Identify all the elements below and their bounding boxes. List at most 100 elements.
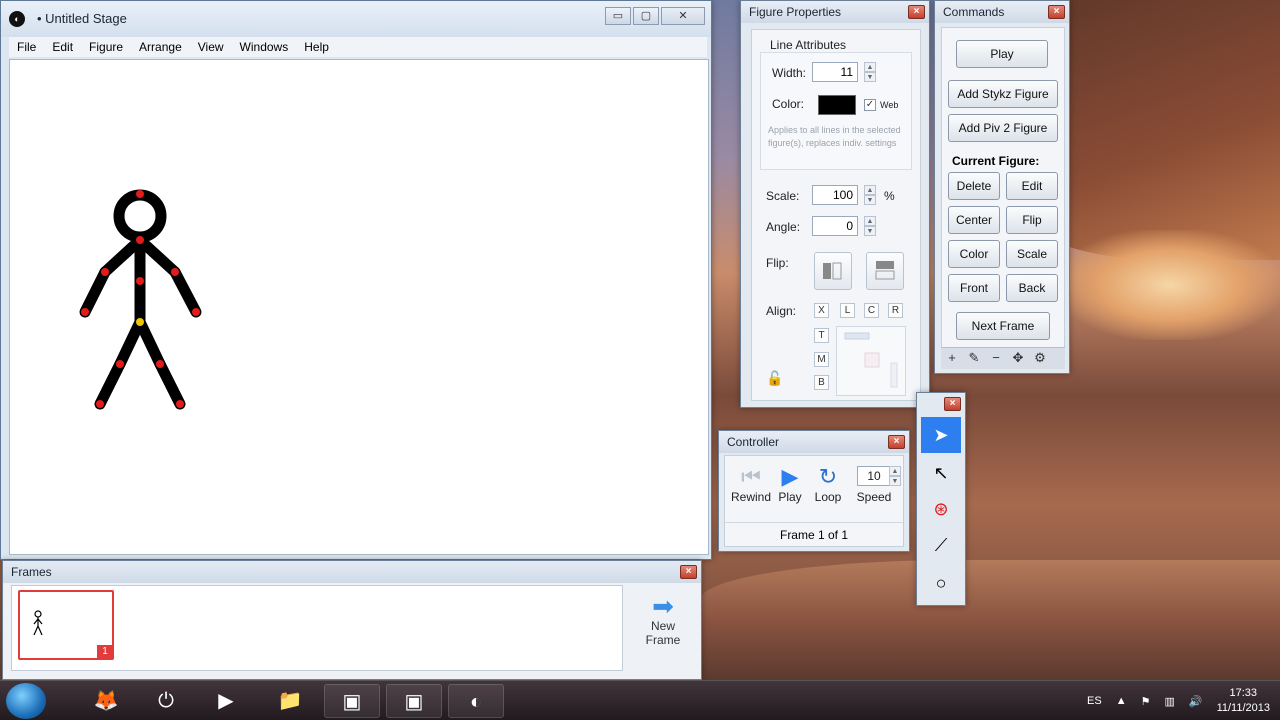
stage-canvas[interactable] <box>9 59 709 555</box>
frame-thumbnail[interactable]: 1 <box>18 590 114 660</box>
align-right-button[interactable]: R <box>888 303 903 318</box>
angle-stepper[interactable]: ▲ ▼ <box>864 216 876 236</box>
language-indicator[interactable]: ES <box>1087 695 1102 707</box>
align-top-button[interactable]: T <box>814 328 829 343</box>
line-color-swatch[interactable] <box>818 95 856 115</box>
delete-button[interactable]: Delete <box>948 172 1000 200</box>
app-window-icon[interactable]: ▣ <box>324 684 380 718</box>
joint-handle[interactable] <box>176 400 184 408</box>
flip-horizontal-button[interactable] <box>814 252 852 290</box>
stepper-up-icon[interactable]: ▲ <box>889 466 901 476</box>
volume-icon[interactable]: 🔊 <box>1189 695 1203 708</box>
network-icon[interactable]: ▥ <box>1164 695 1174 708</box>
rewind-button[interactable]: ⏮ Rewind <box>731 464 771 504</box>
pivot-app-icon[interactable]: ◐ <box>448 684 504 718</box>
stepper-down-icon[interactable]: ▼ <box>864 72 876 82</box>
rotate-tool-icon[interactable]: ⊛ <box>921 491 961 527</box>
stepper-down-icon[interactable]: ▼ <box>864 195 876 205</box>
origin-joint-handle[interactable] <box>136 318 144 326</box>
align-left-button[interactable]: L <box>840 303 855 318</box>
speed-stepper[interactable]: ▲ ▼ <box>889 466 901 486</box>
menu-figure[interactable]: Figure <box>81 37 131 57</box>
flip-vertical-button[interactable] <box>866 252 904 290</box>
stepper-down-icon[interactable]: ▼ <box>889 476 901 486</box>
power-app-icon[interactable]: ⏻ <box>138 684 194 718</box>
joint-handle[interactable] <box>81 308 89 316</box>
menu-help[interactable]: Help <box>296 37 337 57</box>
stepper-up-icon[interactable]: ▲ <box>864 62 876 72</box>
controller-close-button[interactable]: × <box>888 435 905 449</box>
settings-icon[interactable]: ⚙ <box>1029 348 1051 368</box>
minimize-button[interactable]: ▭ <box>605 7 631 25</box>
menu-edit[interactable]: Edit <box>44 37 81 57</box>
select-tool-arrow-icon[interactable]: ➤ <box>921 417 961 453</box>
align-bottom-button[interactable]: B <box>814 375 829 390</box>
joint-handle[interactable] <box>136 236 144 244</box>
joint-handle[interactable] <box>96 400 104 408</box>
menu-windows[interactable]: Windows <box>232 37 297 57</box>
flip-button[interactable]: Flip <box>1006 206 1058 234</box>
center-button[interactable]: Center <box>948 206 1000 234</box>
stick-figure[interactable] <box>10 60 710 556</box>
direct-select-tool-icon[interactable]: ↖ <box>921 455 961 491</box>
pencil-icon[interactable]: ✎ <box>963 348 985 368</box>
scale-button[interactable]: Scale <box>1006 240 1058 268</box>
menu-view[interactable]: View <box>190 37 232 57</box>
frames-strip[interactable]: 1 <box>11 585 623 671</box>
stepper-up-icon[interactable]: ▲ <box>864 185 876 195</box>
figure-properties-titlebar[interactable]: Figure Properties × <box>741 1 929 23</box>
color-button[interactable]: Color <box>948 240 1000 268</box>
menu-arrange[interactable]: Arrange <box>131 37 190 57</box>
edit-button[interactable]: Edit <box>1006 172 1058 200</box>
controller-titlebar[interactable]: Controller × <box>719 431 909 453</box>
tray-expand-icon[interactable]: ▲ <box>1116 695 1127 707</box>
joint-handle[interactable] <box>116 360 124 368</box>
joint-handle[interactable] <box>136 190 144 198</box>
file-explorer-icon[interactable]: 📁 <box>262 684 318 718</box>
stepper-up-icon[interactable]: ▲ <box>864 216 876 226</box>
angle-input[interactable]: 0 <box>812 216 858 236</box>
align-center-button[interactable]: C <box>864 303 879 318</box>
add-circle-tool-icon[interactable]: ○ <box>921 565 961 601</box>
stepper-down-icon[interactable]: ▼ <box>864 226 876 236</box>
app-window-2-icon[interactable]: ▣ <box>386 684 442 718</box>
frames-close-button[interactable]: × <box>680 565 697 579</box>
play-button[interactable]: Play <box>956 40 1048 68</box>
add-line-tool-icon[interactable]: ⟋ <box>921 527 961 563</box>
loop-button[interactable]: ↻ Loop <box>811 464 845 504</box>
add-icon[interactable]: + <box>941 348 963 368</box>
maximize-button[interactable]: ▢ <box>633 7 659 25</box>
menu-file[interactable]: File <box>9 37 44 57</box>
back-button[interactable]: Back <box>1006 274 1058 302</box>
commands-close-button[interactable]: × <box>1048 5 1065 19</box>
add-piv2-figure-button[interactable]: Add Piv 2 Figure <box>948 114 1058 142</box>
figure-properties-close-button[interactable]: × <box>908 5 925 19</box>
width-stepper[interactable]: ▲ ▼ <box>864 62 876 82</box>
joint-handle[interactable] <box>192 308 200 316</box>
start-button-windows-icon[interactable] <box>6 683 46 719</box>
joint-handle[interactable] <box>171 268 179 276</box>
scale-stepper[interactable]: ▲ ▼ <box>864 185 876 205</box>
action-center-icon[interactable]: ⚑ <box>1141 695 1151 708</box>
controller-play-button[interactable]: ▶ Play <box>773 464 807 504</box>
joint-handle[interactable] <box>156 360 164 368</box>
clock[interactable]: 17:33 11/11/2013 <box>1217 686 1270 716</box>
align-x-button[interactable]: X <box>814 303 829 318</box>
joint-handle[interactable] <box>136 277 144 285</box>
front-button[interactable]: Front <box>948 274 1000 302</box>
align-middle-button[interactable]: M <box>814 352 829 367</box>
commands-titlebar[interactable]: Commands × <box>935 1 1069 23</box>
tools-close-button[interactable]: × <box>944 397 961 411</box>
lock-icon[interactable]: 🔓 <box>766 370 783 387</box>
speed-input[interactable]: 10 <box>857 466 891 486</box>
scale-input[interactable]: 100 <box>812 185 858 205</box>
firefox-icon[interactable]: 🦊 <box>78 684 134 718</box>
add-stykz-figure-button[interactable]: Add Stykz Figure <box>948 80 1058 108</box>
frames-titlebar[interactable]: Frames × <box>3 561 701 583</box>
media-player-icon[interactable]: ▶ <box>198 684 254 718</box>
new-frame-button[interactable]: ➡ New Frame <box>631 585 695 671</box>
move-icon[interactable]: ✥ <box>1007 348 1029 368</box>
web-colors-checkbox[interactable]: ✓ <box>864 99 876 111</box>
joint-handle[interactable] <box>101 268 109 276</box>
minus-icon[interactable]: − <box>985 348 1007 368</box>
